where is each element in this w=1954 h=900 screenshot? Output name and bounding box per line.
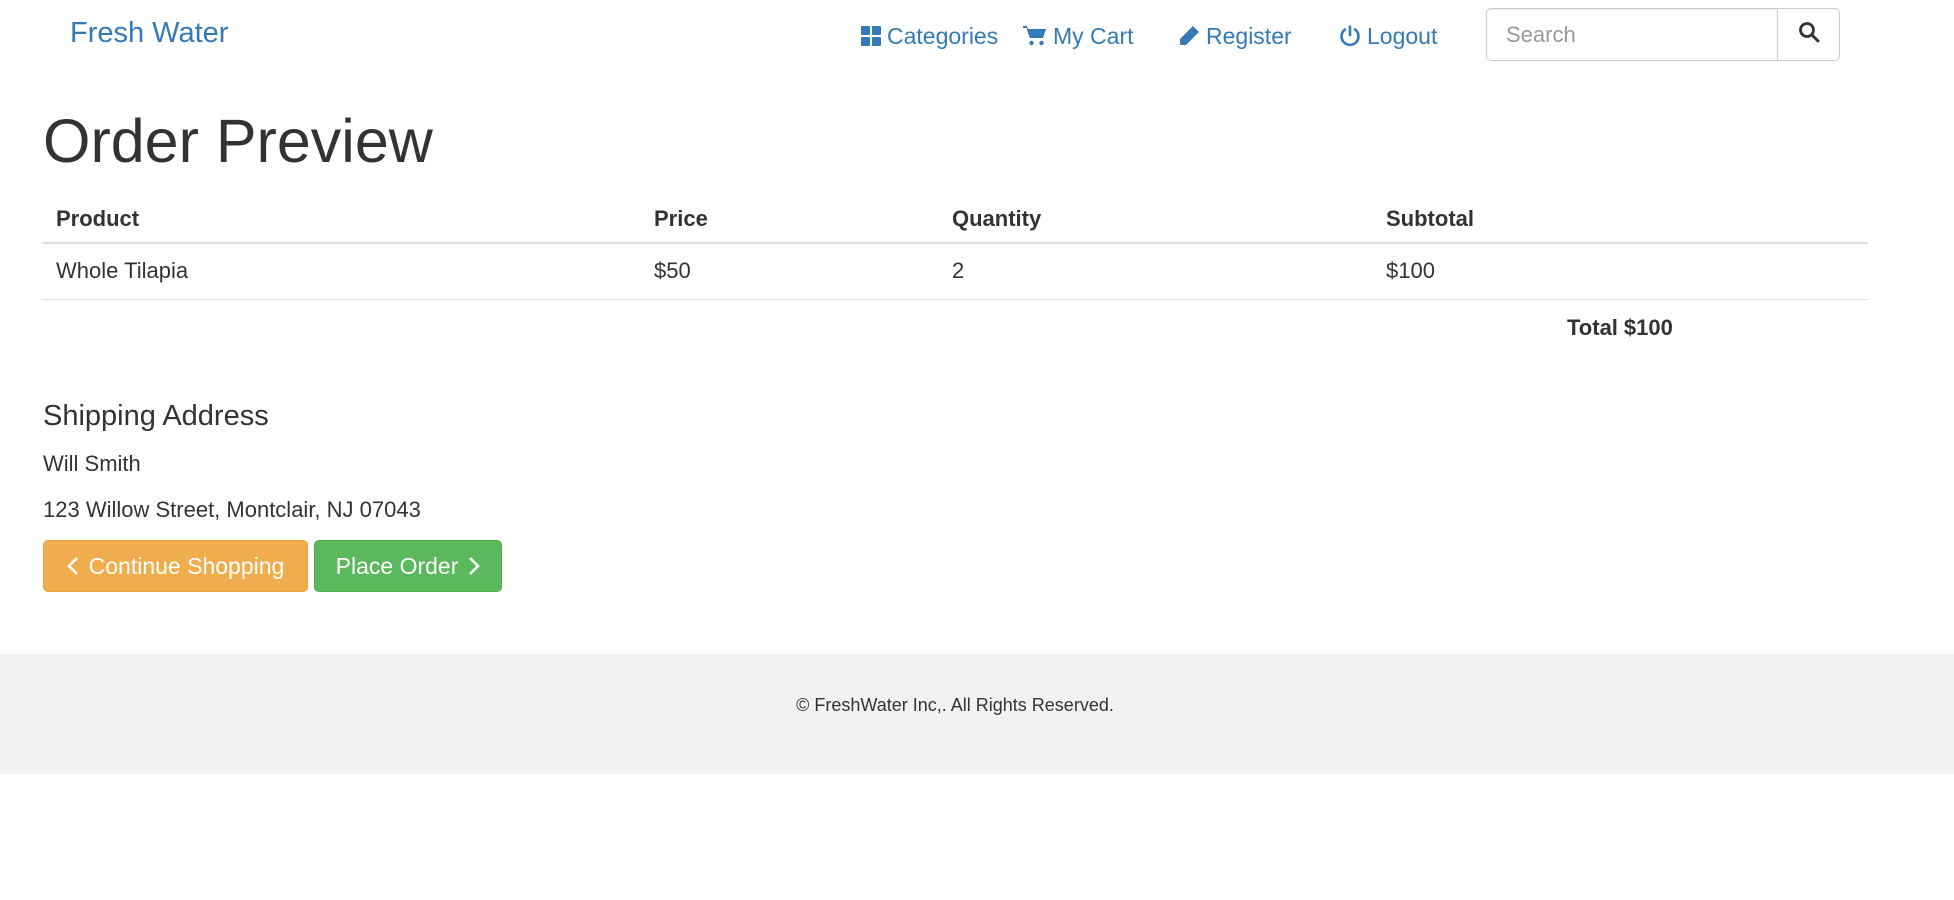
shopping-cart-icon [1023,25,1047,47]
page-title: Order Preview [43,107,433,175]
nav-logout[interactable]: Logout [1339,21,1437,51]
navbar: Fresh Water Categories My Cart Register … [0,0,1954,72]
header-subtotal: Subtotal [1373,196,1868,244]
nav-register[interactable]: Register [1178,21,1292,51]
th-large-icon [861,26,881,46]
nav-register-label: Register [1206,22,1292,49]
order-table: Product Price Quantity Subtotal Whole Ti… [43,196,1868,300]
nav-logout-label: Logout [1367,22,1438,49]
total-value: $100 [1623,315,1673,340]
power-off-icon [1339,25,1361,47]
chevron-left-icon [66,556,79,576]
search-form [1486,8,1840,61]
footer: © FreshWater Inc,. All Rights Reserved. [0,654,1954,774]
continue-shopping-button[interactable]: Continue Shopping [43,540,308,592]
cell-product: Whole Tilapia [43,243,641,300]
nav-my-cart-label: My Cart [1053,22,1134,49]
shipping-name: Will Smith [43,451,141,476]
place-order-button[interactable]: Place Order [314,540,502,592]
continue-shopping-label: Continue Shopping [88,552,285,579]
shipping-address: 123 Willow Street, Montclair, NJ 07043 [43,497,421,522]
search-icon [1798,21,1820,48]
nav-categories-label: Categories [887,22,999,49]
cell-quantity: 2 [939,243,1373,300]
header-price: Price [641,196,939,244]
cell-price: $50 [641,243,939,300]
table-header-row: Product Price Quantity Subtotal [43,196,1868,244]
cell-subtotal: $100 [1373,243,1868,300]
search-input[interactable] [1486,8,1778,61]
nav-my-cart[interactable]: My Cart [1023,21,1134,51]
shipping-heading: Shipping Address [43,400,269,432]
pencil-icon [1178,25,1200,47]
order-total: Total $100 [1567,315,1673,341]
chevron-right-icon [468,556,481,576]
header-product: Product [43,196,641,244]
copyright-text: © FreshWater Inc,. All Rights Reserved. [796,695,1114,715]
nav-categories[interactable]: Categories [861,21,998,51]
brand-link[interactable]: Fresh Water [70,17,228,50]
table-row: Whole Tilapia $50 2 $100 [43,243,1868,300]
total-label: Total [1567,315,1618,340]
search-button[interactable] [1777,8,1840,61]
place-order-label: Place Order [335,552,459,579]
header-quantity: Quantity [939,196,1373,244]
